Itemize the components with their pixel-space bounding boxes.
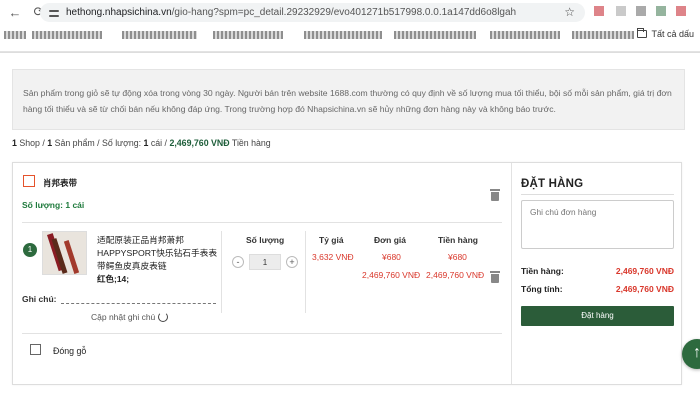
refresh-icon [158,312,169,322]
decrease-button[interactable]: - [232,256,244,268]
cart-summary: 1 Shop / 1 Sản phẩm / Số lượng: 1 cái / … [12,138,271,148]
bookmark-item[interactable] [4,31,26,39]
note-label: Ghi chú: [22,294,57,304]
col-header-qty: Số lượng [246,235,285,245]
summary-total: 2,469,760 VNĐ [169,138,230,148]
bookmark-item[interactable] [122,31,197,39]
subtotal-label: Tiền hàng: [521,266,564,276]
amount-cny: ¥680 [448,252,467,262]
exchange-rate: 3,632 VNĐ [312,252,354,262]
shop-name: 肖邦表带 [43,178,78,188]
trash-icon[interactable] [490,271,500,283]
product-name[interactable]: 适配原装正品肖邦萧邦HAPPYSPORT快乐钻石手表表带鳄鱼皮真皮表链 [97,234,222,273]
extension-icon[interactable] [594,6,604,16]
cart-notice: Sản phẩm trong giỏ sẽ tự động xóa trong … [12,69,685,130]
back-icon[interactable]: ← [6,3,24,21]
url-host: hethong.nhapsichina.vn [66,7,172,18]
divider [521,194,674,195]
subtotal-value: 2,469,760 VNĐ [615,266,674,276]
extension-icon[interactable] [616,6,626,16]
divider [221,231,222,313]
unit-price-cny: ¥680 [382,252,401,262]
total-row: Tổng tính: 2,469,760 VNĐ [521,284,674,294]
total-label: Tổng tính: [521,284,563,294]
update-note-label: Cập nhật ghi chú [91,312,156,322]
star-icon[interactable]: ☆ [564,5,575,19]
product-image[interactable] [42,231,87,275]
cart-panel: 肖邦表带 Số lượng: 1 cái 1 适配原装正品肖邦萧邦HAPPYSP… [12,162,682,385]
shop-checkbox[interactable] [23,175,35,187]
bookmark-item[interactable] [572,31,634,39]
summary-total-label: Tiền hàng [229,138,271,148]
bookmark-item[interactable] [304,31,382,39]
qty-unit: cái / [148,138,170,148]
packing-label: Đóng gỗ [53,346,87,356]
divider [305,231,306,313]
order-note-field[interactable] [521,200,674,249]
products-label: Sản phẩm / Số lượng: [52,138,144,148]
shop-qty: Số lượng: 1 cái [22,200,85,210]
item-note-input[interactable] [61,293,216,304]
address-bar[interactable]: hethong.nhapsichina.vn/gio-hang?spm=pc_d… [40,3,585,22]
quantity-stepper: - 1 + [232,254,298,270]
divider [22,222,502,223]
order-title: ĐẶT HÀNG [521,178,584,190]
bookmark-item[interactable] [490,31,560,39]
folder-label: Tất cả dấu [651,29,694,39]
shops-label: Shop / [16,138,48,148]
trash-icon[interactable] [490,189,500,201]
packing-checkbox[interactable] [30,344,41,355]
extension-icon[interactable] [656,6,666,16]
product-variant: 红色;14; [97,274,130,284]
all-bookmarks-folder[interactable]: Tất cả dấu [637,28,694,39]
col-header-rate: Tỷ giá [319,235,344,245]
bookmark-item[interactable] [213,31,283,39]
increase-button[interactable]: + [286,256,298,268]
total-value: 2,469,760 VNĐ [615,284,674,294]
divider [22,333,502,334]
folder-icon [637,28,648,38]
extension-icon[interactable] [636,6,646,16]
browser-chrome: ← ⟳ hethong.nhapsichina.vn/gio-hang?spm=… [0,0,700,52]
update-note-button[interactable]: Cập nhật ghi chú [91,312,169,322]
bookmark-item[interactable] [394,31,476,39]
item-index: 1 [23,243,37,257]
place-order-button[interactable]: Đặt hàng [521,306,674,326]
amount-vnd: 2,469,760 VNĐ [426,270,485,280]
order-panel: ĐẶT HÀNG Tiền hàng: 2,469,760 VNĐ Tổng t… [511,163,683,384]
url-path: /gio-hang?spm=pc_detail.29232929/evo4012… [171,7,517,18]
col-header-amount: Tiền hàng [438,235,478,245]
bookmark-item[interactable] [32,31,102,39]
extension-icon[interactable] [676,6,686,16]
subtotal-row: Tiền hàng: 2,469,760 VNĐ [521,266,674,276]
quantity-input[interactable]: 1 [249,254,281,270]
tune-icon[interactable] [48,7,60,19]
col-header-unit-price: Đơn giá [374,235,407,245]
fab-icon[interactable]: ↑ [682,339,700,369]
unit-price-vnd: 2,469,760 VNĐ [362,270,421,280]
bookmarks-bar: Tất cả dấu [0,26,700,44]
page-content: Sản phẩm trong giỏ sẽ tự động xóa trong … [0,52,700,400]
